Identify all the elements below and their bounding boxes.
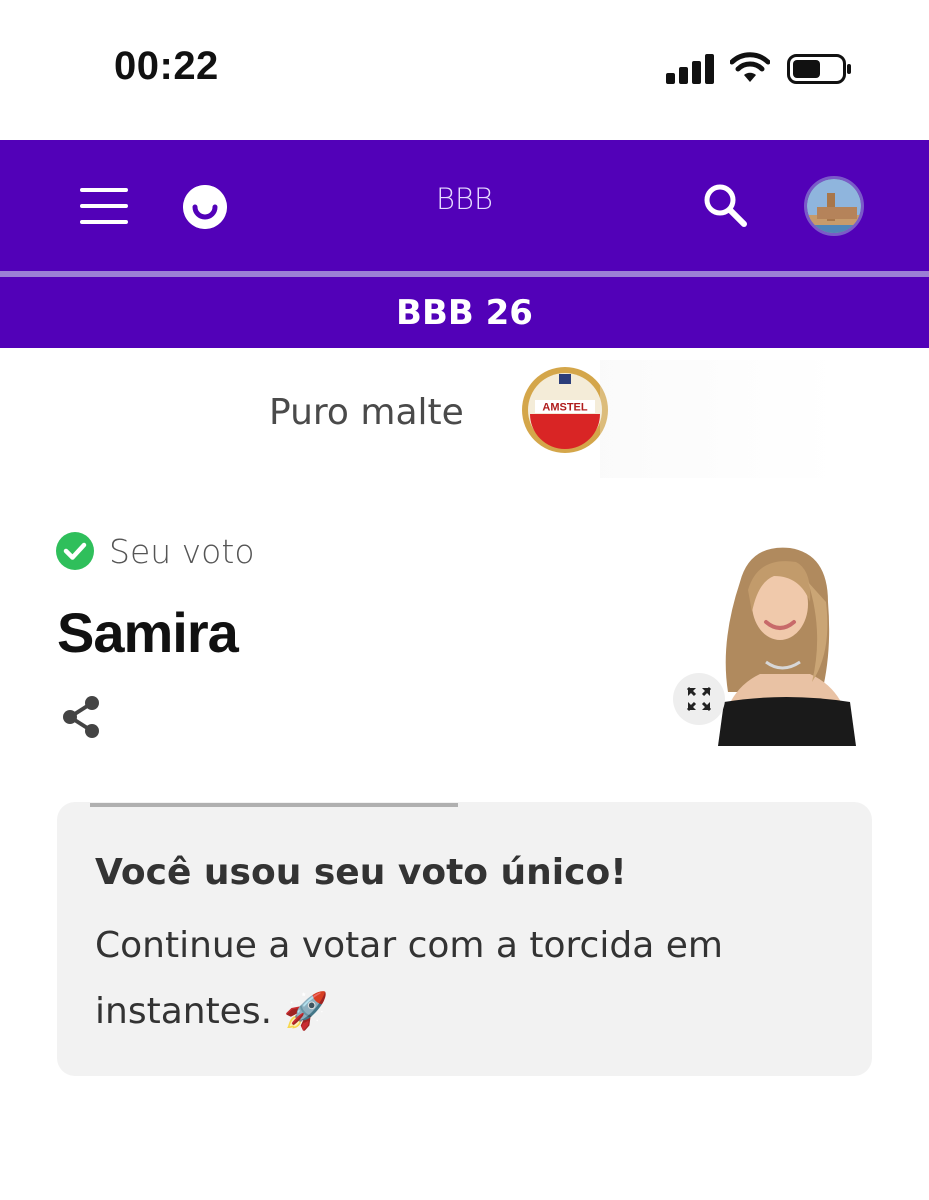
expand-photo-button[interactable] [673,673,725,725]
card-title: Você usou seu voto único! [95,852,627,893]
card-body-text: Continue a votar com a torcida em instan… [95,925,723,1032]
vote-status-label: Seu voto [109,532,255,571]
wifi-icon [730,52,770,82]
sponsor-text: Puro malte [269,392,464,433]
amstel-logo-text: AMSTEL [542,402,588,414]
status-bar: 00:22 [0,0,929,140]
search-icon[interactable] [702,182,748,228]
app-title: BBB [436,182,493,216]
share-icon[interactable] [60,695,102,739]
sub-header[interactable]: BBB 26 [0,277,929,348]
amstel-logo: AMSTEL [522,367,608,453]
candidate-photo-image [700,542,872,746]
battery-icon [787,54,851,84]
check-circle-icon [56,532,94,570]
expand-icon [686,686,712,712]
signal-icon [666,54,714,84]
candidate-name: Samira [57,601,239,664]
status-time: 00:22 [114,44,219,88]
candidate-photo[interactable] [700,542,872,746]
avatar[interactable] [804,176,864,236]
sub-header-title: BBB 26 [396,292,533,333]
sponsor-banner-fade [600,360,840,478]
card-progress-bar [90,803,458,807]
